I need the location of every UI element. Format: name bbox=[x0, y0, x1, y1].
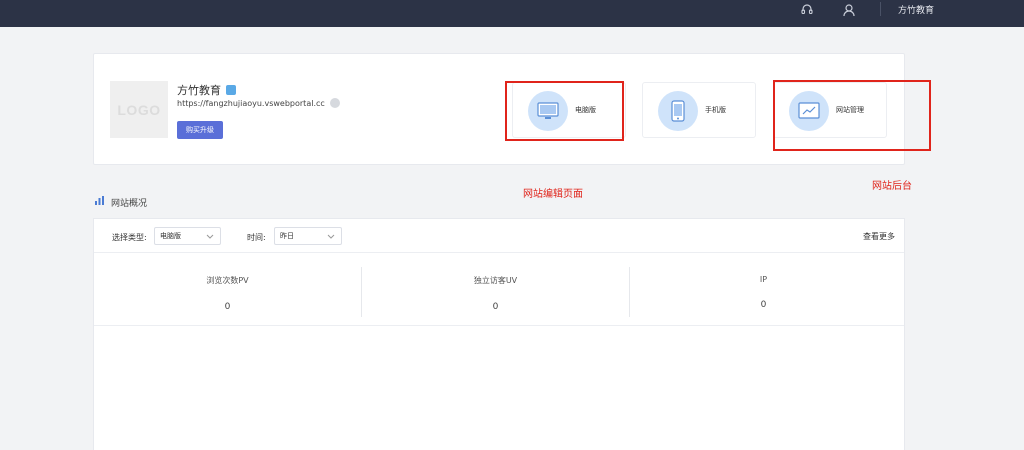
metric-label: 独立访客UV bbox=[473, 276, 518, 285]
time-select-value: 昨日 bbox=[280, 232, 294, 240]
bar-chart-icon bbox=[94, 195, 105, 209]
annotation-backend: 网站后台 bbox=[872, 181, 912, 192]
user-icon[interactable] bbox=[839, 0, 859, 20]
site-url-row: https://fangzhujiaoyu.vswebportal.cc bbox=[177, 98, 340, 108]
type-select[interactable]: 电脑版 bbox=[154, 227, 221, 245]
metrics-bottom-divider bbox=[94, 325, 904, 326]
annotation-edit-page: 网站编辑页面 bbox=[523, 189, 583, 200]
logo-placeholder-text: LOGO bbox=[117, 101, 161, 118]
share-icon[interactable] bbox=[329, 98, 340, 108]
site-logo: LOGO bbox=[110, 81, 168, 138]
filter-row: 选择类型: 电脑版 时间: 昨日 查看更多 bbox=[94, 219, 904, 253]
account-name[interactable]: 方竹教育 bbox=[898, 3, 934, 16]
stats-card: 选择类型: 电脑版 时间: 昨日 查看更多 浏览次数PV 0 独立访客UV 0 … bbox=[93, 218, 905, 450]
type-filter-label: 选择类型: bbox=[112, 233, 147, 242]
metric-label: 浏览次数PV bbox=[206, 276, 249, 285]
metric-value: 0 bbox=[760, 300, 767, 310]
site-url[interactable]: https://fangzhujiaoyu.vswebportal.cc bbox=[177, 99, 325, 108]
overview-title: 网站概况 bbox=[94, 195, 147, 209]
metric-label: IP bbox=[759, 275, 768, 284]
annotation-box-backend bbox=[773, 80, 931, 151]
metric-pv: 浏览次数PV 0 bbox=[94, 267, 361, 317]
metric-uv: 独立访客UV 0 bbox=[362, 267, 629, 317]
mode-card-mobile[interactable]: 手机版 bbox=[642, 82, 756, 138]
site-name: 方竹教育 bbox=[177, 84, 221, 97]
top-bar: 方竹教育 bbox=[0, 0, 1024, 27]
topbar-divider bbox=[880, 2, 881, 16]
headset-icon[interactable] bbox=[797, 0, 817, 20]
overview-title-text: 网站概况 bbox=[111, 198, 148, 209]
chevron-down-icon bbox=[327, 232, 335, 242]
site-name-row: 方竹教育 bbox=[177, 82, 236, 98]
metric-value: 0 bbox=[492, 302, 499, 312]
view-more-link[interactable]: 查看更多 bbox=[863, 231, 895, 242]
mobile-icon bbox=[658, 91, 698, 131]
metric-value: 0 bbox=[224, 302, 231, 312]
time-filter-label: 时间: bbox=[247, 233, 266, 242]
annotation-box-edit bbox=[505, 81, 624, 141]
metric-ip: IP 0 bbox=[630, 267, 897, 317]
time-select[interactable]: 昨日 bbox=[274, 227, 342, 245]
chevron-down-icon bbox=[206, 232, 214, 242]
buy-upgrade-button[interactable]: 购买升级 bbox=[177, 121, 223, 139]
type-select-value: 电脑版 bbox=[160, 232, 181, 240]
mode-label-mobile: 手机版 bbox=[705, 106, 726, 114]
verified-badge-icon bbox=[226, 85, 236, 95]
